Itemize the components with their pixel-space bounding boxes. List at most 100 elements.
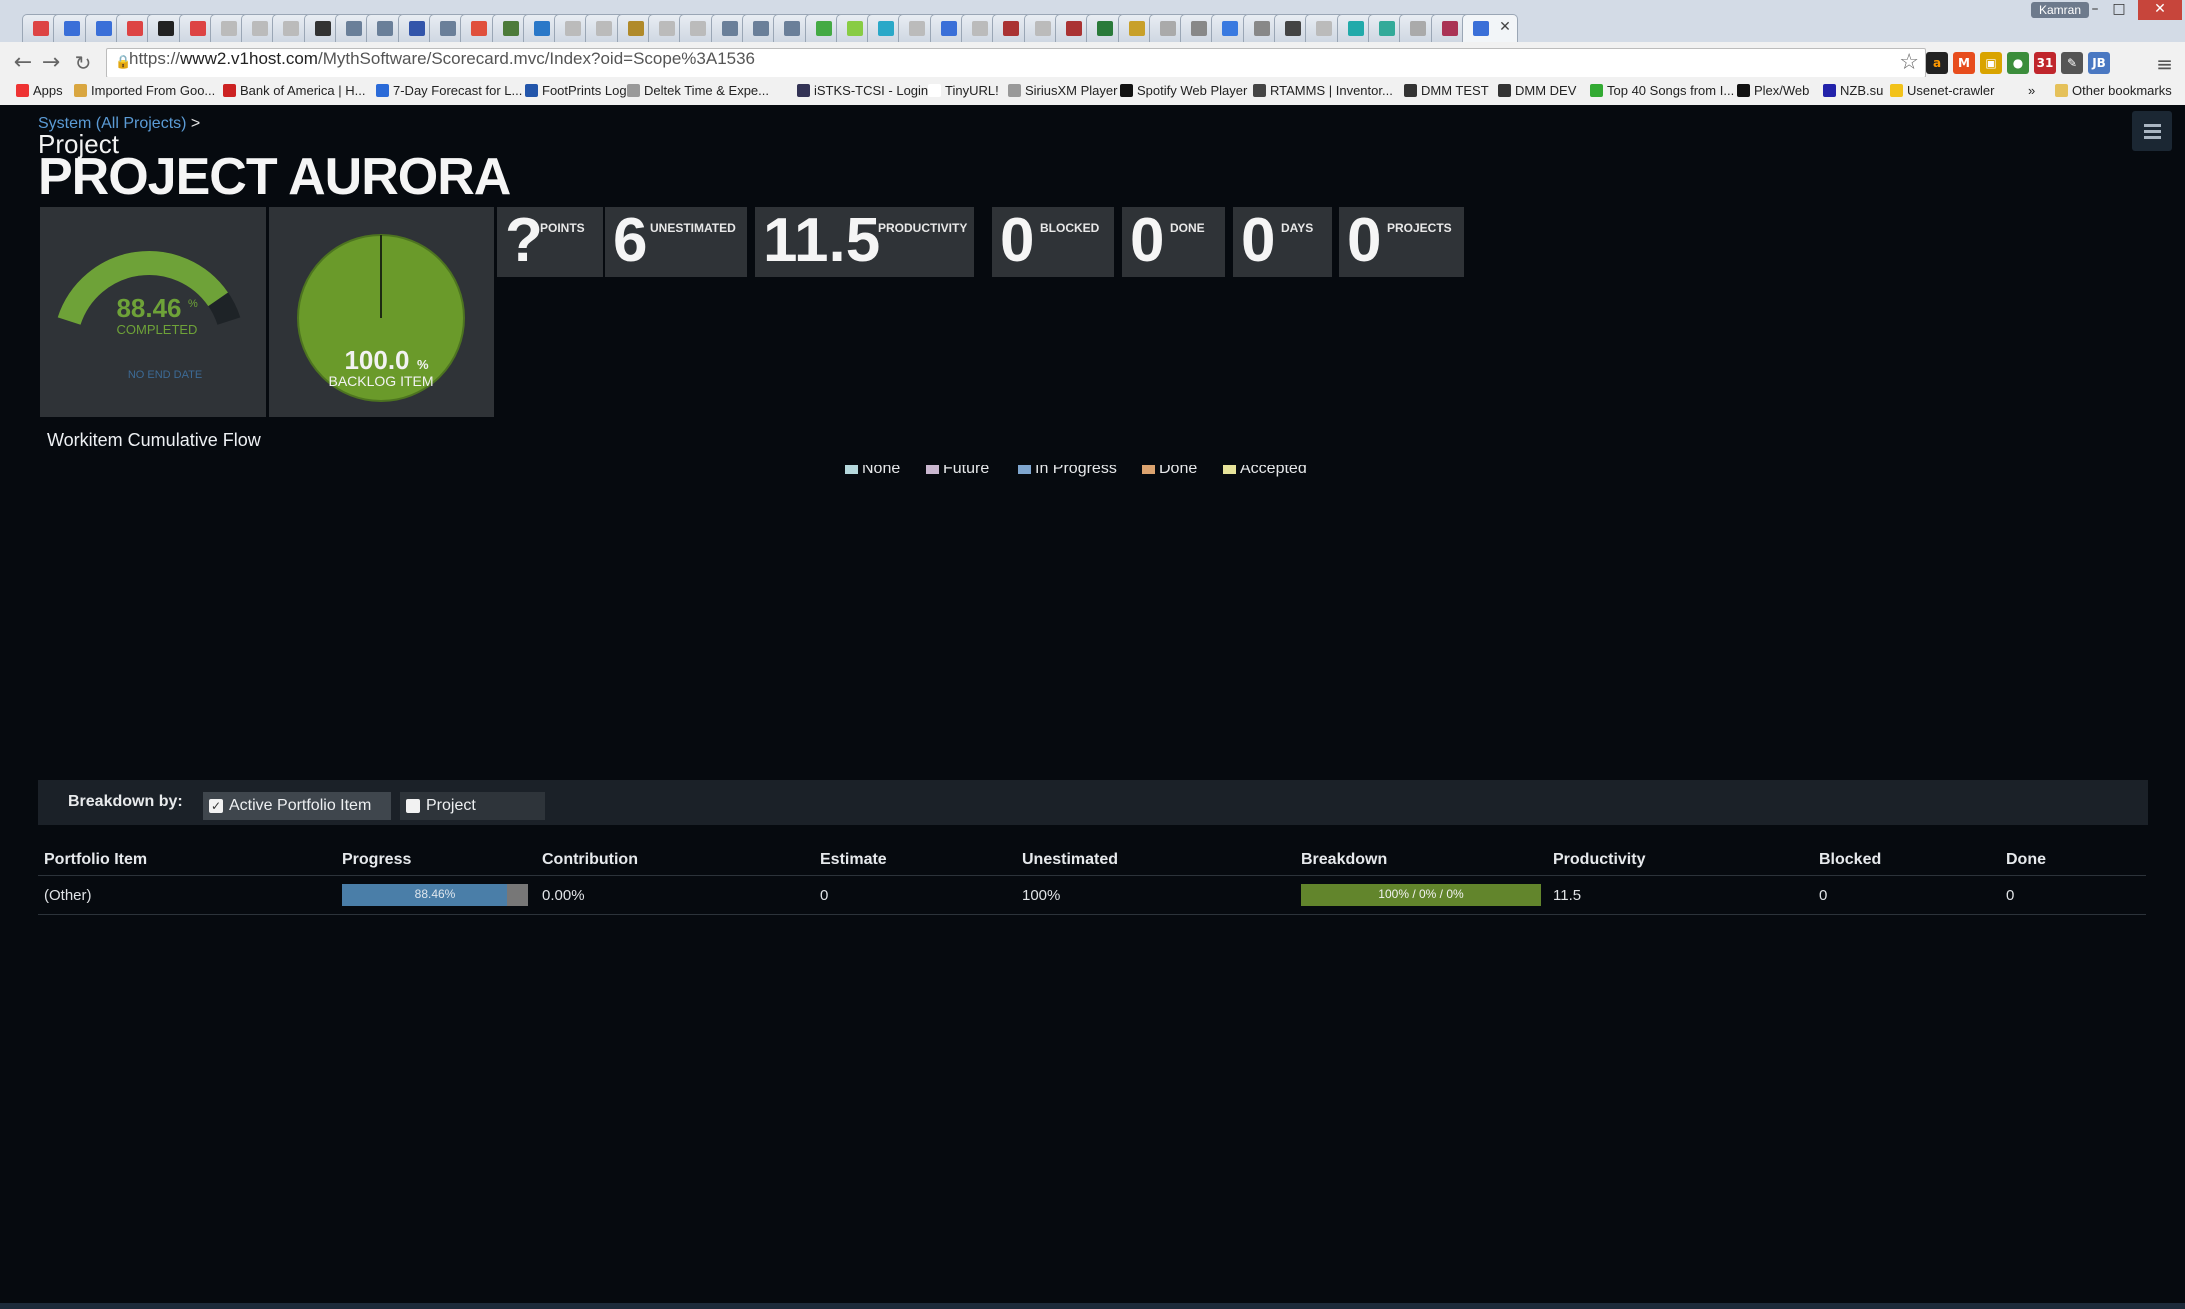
calendar-extension-icon[interactable]: 31	[2034, 52, 2056, 74]
breakdown-option-project[interactable]: Project	[400, 792, 545, 820]
cumulative-flow-chart: 02550755/25/20156/1/20156/8/20156/15/201…	[845, 465, 1307, 477]
bookmark-item[interactable]: FootPrints Login	[525, 83, 637, 98]
tab-close-icon[interactable]: ✕	[1499, 19, 1511, 35]
tab-favicon-icon	[377, 21, 394, 36]
pie-unit: %	[417, 357, 429, 372]
legend-swatch	[926, 465, 939, 474]
bookmark-item[interactable]: Apps	[16, 83, 63, 98]
legend-item[interactable]: None	[862, 465, 900, 477]
bookmark-item[interactable]: DMM DEV	[1498, 83, 1576, 98]
browser-tab[interactable]: ✕	[1461, 14, 1518, 42]
hamburger-icon-bar	[2144, 136, 2161, 139]
bookmark-item[interactable]: Usenet-crawler	[1890, 83, 1994, 98]
col-progress[interactable]: Progress	[336, 845, 536, 876]
col-estimate[interactable]: Estimate	[814, 845, 1016, 876]
other-bookmarks[interactable]: Other bookmarks	[2055, 83, 2172, 98]
legend-item[interactable]: Done	[1159, 465, 1197, 477]
breakdown-bar-text: 100% / 0% / 0%	[1378, 887, 1464, 901]
tab-favicon-icon	[909, 21, 926, 36]
breakdown-option-active-portfolio-item[interactable]: ✓ Active Portfolio Item	[203, 792, 391, 820]
cell-breakdown: 100% / 0% / 0%	[1295, 875, 1547, 915]
progress-bar-text: 88.46%	[414, 887, 456, 901]
bookmark-item[interactable]: TinyURL!	[928, 83, 999, 98]
legend-swatch	[1018, 465, 1031, 474]
stat-productivity: 11.5 PRODUCTIVITY	[755, 206, 974, 277]
portfolio-item-table: Portfolio Item Progress Contribution Est…	[38, 845, 2146, 915]
tab-favicon-icon	[533, 21, 550, 36]
m-extension-icon[interactable]: M	[1953, 52, 1975, 74]
amazon-extension-icon[interactable]: a	[1926, 52, 1948, 74]
col-productivity[interactable]: Productivity	[1547, 845, 1813, 876]
col-contribution[interactable]: Contribution	[536, 845, 814, 876]
jb-extension-icon[interactable]: JB	[2088, 52, 2110, 74]
gauge-unit: %	[188, 298, 198, 310]
tab-favicon-icon	[33, 21, 49, 36]
legend-item[interactable]: In Progress	[1035, 465, 1117, 477]
cell-blocked: 0	[1813, 875, 2000, 915]
green-extension-icon[interactable]: ●	[2007, 52, 2029, 74]
bookmark-label: DMM DEV	[1515, 83, 1577, 98]
bookmark-label: Apps	[33, 83, 63, 98]
legend-swatch	[1142, 465, 1155, 474]
tab-favicon-icon	[64, 21, 81, 36]
stat-unestimated-value: 6	[613, 206, 648, 275]
stat-blocked-label: BLOCKED	[1040, 221, 1100, 235]
col-done[interactable]: Done	[2000, 845, 2146, 876]
col-breakdown[interactable]: Breakdown	[1295, 845, 1547, 876]
tab-favicon-icon	[1034, 21, 1051, 36]
reload-icon[interactable]: ↻	[70, 50, 96, 76]
bookmarks-overflow-icon[interactable]: »	[2028, 83, 2035, 98]
pie-label: BACKLOG ITEM	[328, 373, 433, 389]
tab-favicon-icon	[252, 21, 269, 36]
maximize-icon[interactable]: □	[2105, 0, 2133, 20]
bookmark-favicon-icon	[928, 84, 941, 97]
bookmark-favicon-icon	[1008, 84, 1021, 97]
bookmark-item[interactable]: Imported From Goo...	[74, 83, 215, 98]
bookmark-item[interactable]: Deltek Time & Expe...	[627, 83, 769, 98]
bookmark-favicon-icon	[627, 84, 640, 97]
table-row[interactable]: (Other) 88.46% 0.00% 0 100% 100% / 0% / …	[38, 875, 2146, 915]
checkbox-checked-icon[interactable]: ✓	[209, 799, 223, 813]
bookmark-item[interactable]: iSTKS-TCSI - Login	[797, 83, 928, 98]
bookmark-favicon-icon	[1823, 84, 1836, 97]
tool-extension-icon[interactable]: ✎	[2061, 52, 2083, 74]
bookmark-item[interactable]: Plex/Web	[1737, 83, 1809, 98]
bookmark-item[interactable]: NZB.su	[1823, 83, 1883, 98]
bookmark-item[interactable]: DMM TEST	[1404, 83, 1489, 98]
lock-extension-icon[interactable]: ▣	[1980, 52, 2002, 74]
cell-done: 0	[2000, 875, 2146, 915]
browser-menu-icon[interactable]: ≡	[2156, 52, 2173, 76]
legend-item[interactable]: Future	[943, 465, 989, 477]
page-menu-button[interactable]	[2132, 111, 2172, 151]
bookmark-item[interactable]: SiriusXM Player	[1008, 83, 1117, 98]
forward-icon[interactable]: →	[38, 50, 64, 76]
bookmark-item[interactable]: 7-Day Forecast for L...	[376, 83, 522, 98]
col-blocked[interactable]: Blocked	[1813, 845, 2000, 876]
stat-projects-label: PROJECTS	[1387, 221, 1452, 235]
back-icon[interactable]: ←	[10, 50, 36, 76]
tab-favicon-icon	[752, 21, 769, 36]
bookmark-item[interactable]: Spotify Web Player	[1120, 83, 1247, 98]
tab-favicon-icon	[1347, 21, 1364, 36]
legend-item[interactable]: Accepted	[1240, 465, 1307, 477]
window-close-icon[interactable]: ✕	[2138, 0, 2182, 20]
tab-favicon-icon	[690, 21, 707, 36]
bookmark-item[interactable]: Top 40 Songs from I...	[1590, 83, 1734, 98]
url-text[interactable]: https://www2.v1host.com/MythSoftware/Sco…	[129, 49, 755, 69]
tab-favicon-icon	[471, 21, 488, 36]
checkbox-unchecked-icon[interactable]	[406, 799, 420, 813]
bookmark-star-icon[interactable]: ☆	[1899, 50, 1919, 76]
bookmark-item[interactable]: Bank of America | H...	[223, 83, 365, 98]
bookmark-favicon-icon	[16, 84, 29, 97]
col-unestimated[interactable]: Unestimated	[1016, 845, 1295, 876]
tab-favicon-icon	[408, 21, 425, 36]
cell-portfolio-item[interactable]: (Other)	[38, 875, 336, 915]
cell-estimate: 0	[814, 875, 1016, 915]
bookmark-label: Top 40 Songs from I...	[1607, 83, 1735, 98]
tab-favicon-icon	[158, 21, 175, 36]
col-portfolio-item[interactable]: Portfolio Item	[38, 845, 336, 876]
address-bar[interactable]: 🔒 https://www2.v1host.com/MythSoftware/S…	[106, 48, 1926, 78]
tab-favicon-icon	[784, 21, 801, 36]
bookmark-item[interactable]: RTAMMS | Inventor...	[1253, 83, 1393, 98]
breakdown-option-label: Project	[426, 797, 476, 814]
